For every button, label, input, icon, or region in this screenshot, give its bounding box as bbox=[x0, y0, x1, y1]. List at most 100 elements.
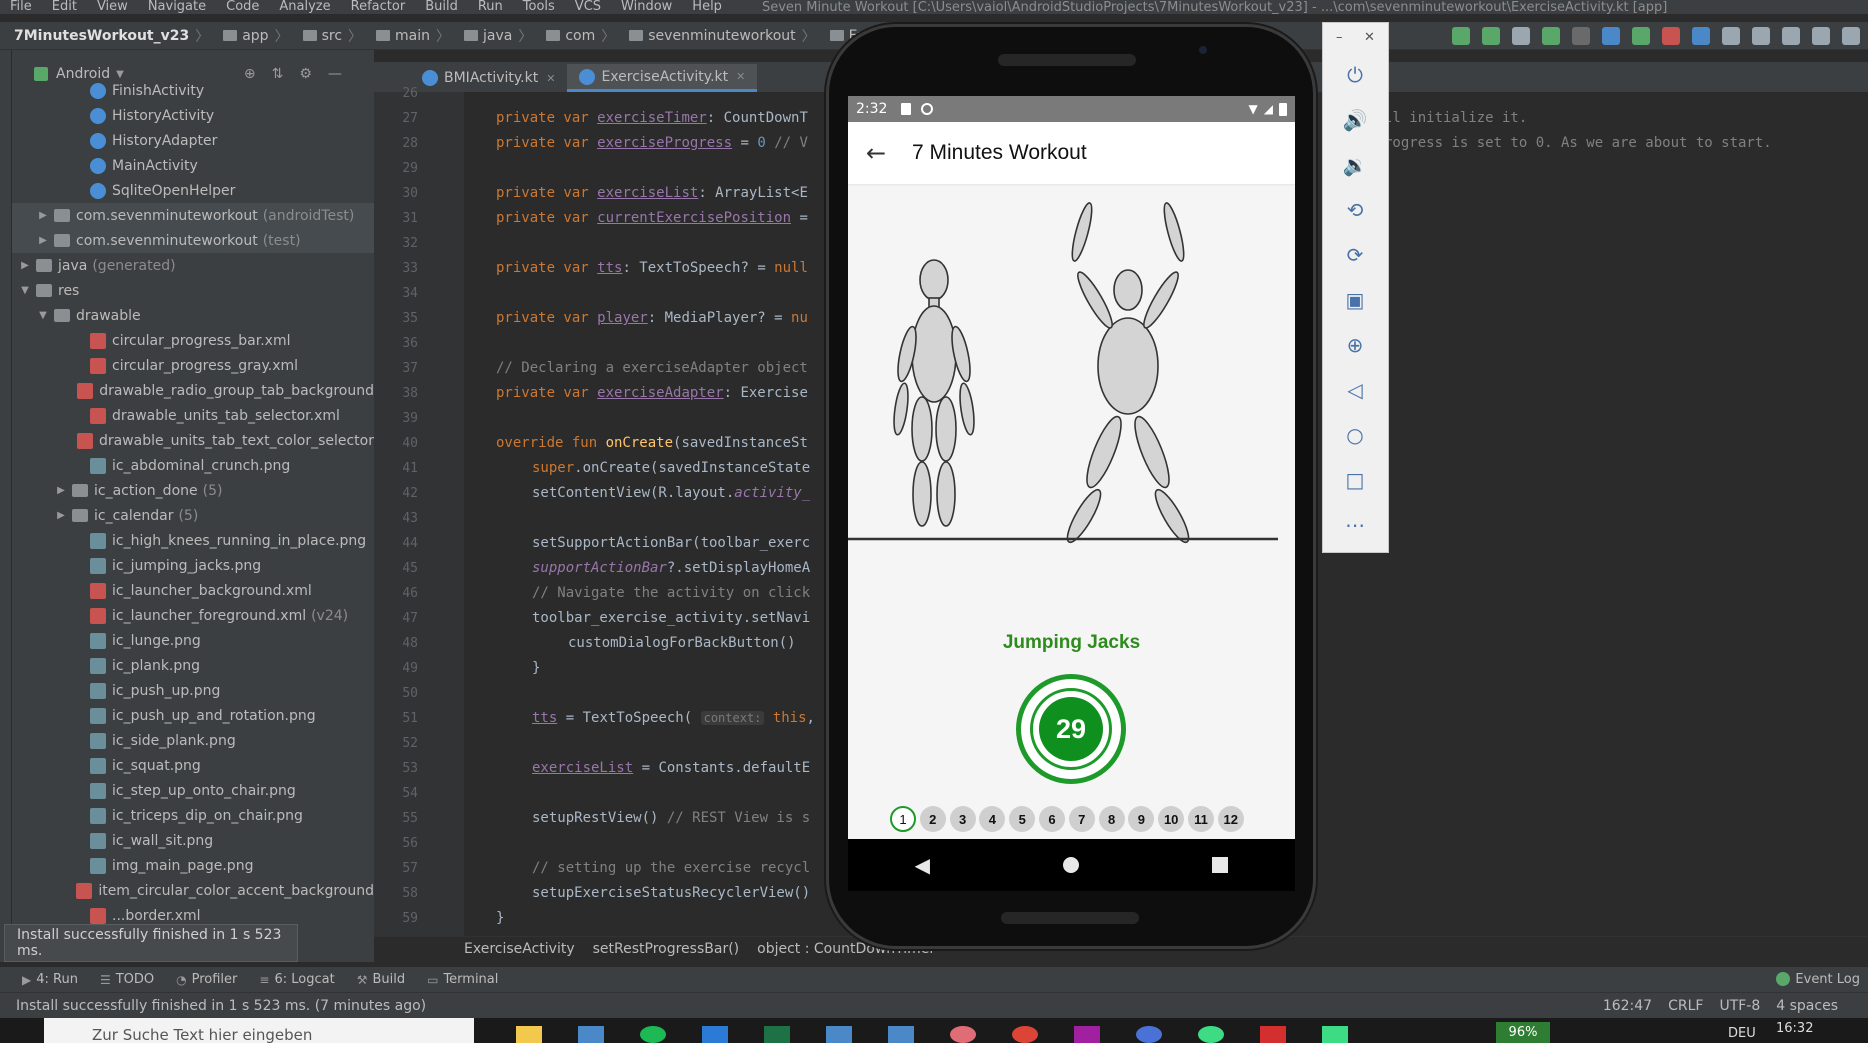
menu-analyze[interactable]: Analyze bbox=[269, 0, 340, 14]
gradle-sync-icon[interactable] bbox=[1752, 27, 1770, 45]
sdk-manager-icon[interactable] bbox=[1692, 27, 1710, 45]
expand-arrow-icon[interactable]: ▶ bbox=[36, 235, 50, 246]
tree-item[interactable]: ic_plank.png bbox=[12, 653, 374, 678]
tree-item[interactable]: ic_push_up_and_rotation.png bbox=[12, 703, 374, 728]
nav-overview-icon[interactable] bbox=[1212, 857, 1229, 873]
tree-item[interactable]: ic_triceps_dip_on_chair.png bbox=[12, 803, 374, 828]
tree-item[interactable]: ▶ com.sevenminuteworkout (test) bbox=[12, 228, 374, 253]
layout-inspector-icon[interactable] bbox=[1722, 27, 1740, 45]
taskbar-search[interactable]: Zur Suche Text hier eingeben bbox=[44, 1018, 474, 1043]
coverage-icon[interactable] bbox=[1632, 27, 1650, 45]
menu-window[interactable]: Window bbox=[611, 0, 682, 14]
debug-icon[interactable] bbox=[1542, 27, 1560, 45]
breadcrumb-item[interactable]: main 〉 bbox=[368, 26, 450, 46]
breadcrumb-item[interactable]: java 〉 bbox=[456, 26, 532, 46]
tree-item[interactable]: FinishActivity bbox=[12, 78, 374, 103]
file-encoding[interactable]: UTF-8 bbox=[1719, 998, 1760, 1014]
menu-vcs[interactable]: VCS bbox=[565, 0, 611, 14]
menu-code[interactable]: Code bbox=[216, 0, 269, 14]
close-tab-icon[interactable]: ✕ bbox=[736, 70, 745, 83]
breadcrumb-item[interactable]: src 〉 bbox=[295, 26, 362, 46]
mail-icon[interactable] bbox=[578, 1026, 604, 1043]
attach-debugger-icon[interactable] bbox=[1572, 27, 1590, 45]
volume-up-icon[interactable]: 🔊 bbox=[1340, 105, 1370, 135]
menu-view[interactable]: View bbox=[87, 0, 138, 14]
tree-item[interactable]: ic_high_knees_running_in_place.png bbox=[12, 528, 374, 553]
tree-item[interactable]: ic_abdominal_crunch.png bbox=[12, 453, 374, 478]
tree-item[interactable]: ic_launcher_background.xml bbox=[12, 578, 374, 603]
tree-item[interactable]: drawable_units_tab_selector.xml bbox=[12, 403, 374, 428]
taskbar-clock[interactable]: 16:32 bbox=[1776, 1021, 1813, 1036]
chrome-icon[interactable] bbox=[1012, 1026, 1038, 1043]
tree-item[interactable]: ic_jumping_jacks.png bbox=[12, 553, 374, 578]
tree-item[interactable]: ic_launcher_foreground.xml (v24) bbox=[12, 603, 374, 628]
indent-setting[interactable]: 4 spaces bbox=[1776, 998, 1838, 1014]
stop-icon[interactable] bbox=[1662, 27, 1680, 45]
overview-icon[interactable]: □ bbox=[1340, 465, 1370, 495]
tab-exerciseactivity-kt[interactable]: ExerciseActivity.kt ✕ bbox=[567, 64, 758, 92]
tree-item[interactable]: ▶ ic_action_done (5) bbox=[12, 478, 374, 503]
volume-down-icon[interactable]: 🔉 bbox=[1340, 150, 1370, 180]
tree-item[interactable]: ▼ drawable bbox=[12, 303, 374, 328]
tree-item[interactable]: HistoryAdapter bbox=[12, 128, 374, 153]
tree-item[interactable]: ic_lunge.png bbox=[12, 628, 374, 653]
breadcrumb-item[interactable]: sevenminuteworkout 〉 bbox=[621, 26, 816, 46]
tree-item[interactable]: item_circular_color_accent_background bbox=[12, 878, 374, 903]
expand-arrow-icon[interactable]: ▼ bbox=[18, 285, 32, 296]
breadcrumb-item[interactable]: com 〉 bbox=[538, 26, 615, 46]
menu-tools[interactable]: Tools bbox=[513, 0, 565, 14]
line-separator[interactable]: CRLF bbox=[1668, 998, 1703, 1014]
vscode-icon[interactable] bbox=[702, 1026, 728, 1043]
tool-run[interactable]: ▶ 4: Run bbox=[22, 972, 78, 987]
maps-icon[interactable] bbox=[1198, 1026, 1224, 1043]
excel-icon[interactable] bbox=[764, 1026, 790, 1043]
expand-arrow-icon[interactable]: ▼ bbox=[36, 310, 50, 321]
editor-breadcrumb-item[interactable]: ExerciseActivity bbox=[464, 941, 575, 957]
emulator-close-icon[interactable]: ✕ bbox=[1364, 30, 1375, 45]
structure-icon[interactable] bbox=[1512, 27, 1530, 45]
battery-indicator[interactable]: 96% bbox=[1496, 1022, 1550, 1043]
camera-icon[interactable]: ▣ bbox=[1340, 285, 1370, 315]
tree-item[interactable]: ic_push_up.png bbox=[12, 678, 374, 703]
tool-terminal[interactable]: ▭ Terminal bbox=[427, 972, 498, 987]
expand-arrow-icon[interactable]: ▶ bbox=[54, 510, 68, 521]
tree-item[interactable]: circular_progress_bar.xml bbox=[12, 328, 374, 353]
back-arrow-icon[interactable]: ← bbox=[848, 139, 904, 167]
expand-arrow-icon[interactable]: ▶ bbox=[36, 210, 50, 221]
pdf-icon[interactable] bbox=[1260, 1026, 1286, 1043]
tree-item[interactable]: ▶ com.sevenminuteworkout (androidTest) bbox=[12, 203, 374, 228]
explorer-icon[interactable] bbox=[516, 1026, 542, 1043]
avd-manager-icon[interactable] bbox=[1782, 27, 1800, 45]
menu-navigate[interactable]: Navigate bbox=[138, 0, 216, 14]
close-tab-icon[interactable]: ✕ bbox=[546, 72, 555, 85]
tool-logcat[interactable]: ≡ 6: Logcat bbox=[259, 972, 334, 987]
browser-icon[interactable] bbox=[1136, 1026, 1162, 1043]
breadcrumb-item[interactable]: 7MinutesWorkout_v23 〉 bbox=[14, 26, 209, 46]
tree-item[interactable]: MainActivity bbox=[12, 153, 374, 178]
tree-item[interactable]: ▶ ic_calendar (5) bbox=[12, 503, 374, 528]
todo-icon[interactable] bbox=[888, 1026, 914, 1043]
tool-profiler[interactable]: ◔ Profiler bbox=[176, 972, 237, 987]
editor-breadcrumb-item[interactable]: setRestProgressBar() bbox=[593, 941, 740, 957]
back-icon[interactable]: ◁ bbox=[1340, 375, 1370, 405]
sync-icon[interactable] bbox=[1452, 27, 1470, 45]
nav-back-icon[interactable]: ◀ bbox=[915, 853, 930, 877]
apply-changes-icon[interactable] bbox=[1482, 27, 1500, 45]
nav-home-icon[interactable] bbox=[1063, 857, 1080, 873]
app-icon[interactable] bbox=[950, 1026, 976, 1043]
menu-run[interactable]: Run bbox=[468, 0, 513, 14]
calendar-icon[interactable] bbox=[826, 1026, 852, 1043]
tree-item[interactable]: ▼ res bbox=[12, 278, 374, 303]
cursor-position[interactable]: 162:47 bbox=[1603, 998, 1652, 1014]
rotate-right-icon[interactable]: ⟳ bbox=[1340, 240, 1370, 270]
emulator-minimize-icon[interactable]: – bbox=[1336, 30, 1343, 45]
tree-item[interactable]: circular_progress_gray.xml bbox=[12, 353, 374, 378]
tab-bmiactivity-kt[interactable]: BMIActivity.kt ✕ bbox=[410, 64, 567, 92]
tool-build[interactable]: ⚒ Build bbox=[357, 972, 405, 987]
device-icon[interactable] bbox=[1812, 27, 1830, 45]
tree-item[interactable]: ic_step_up_onto_chair.png bbox=[12, 778, 374, 803]
tool-todo[interactable]: ☰ TODO bbox=[100, 972, 154, 987]
tree-item[interactable]: ▶ java (generated) bbox=[12, 253, 374, 278]
event-log-button[interactable]: Event Log bbox=[1776, 968, 1860, 990]
more-icon[interactable]: ⋯ bbox=[1340, 510, 1370, 540]
